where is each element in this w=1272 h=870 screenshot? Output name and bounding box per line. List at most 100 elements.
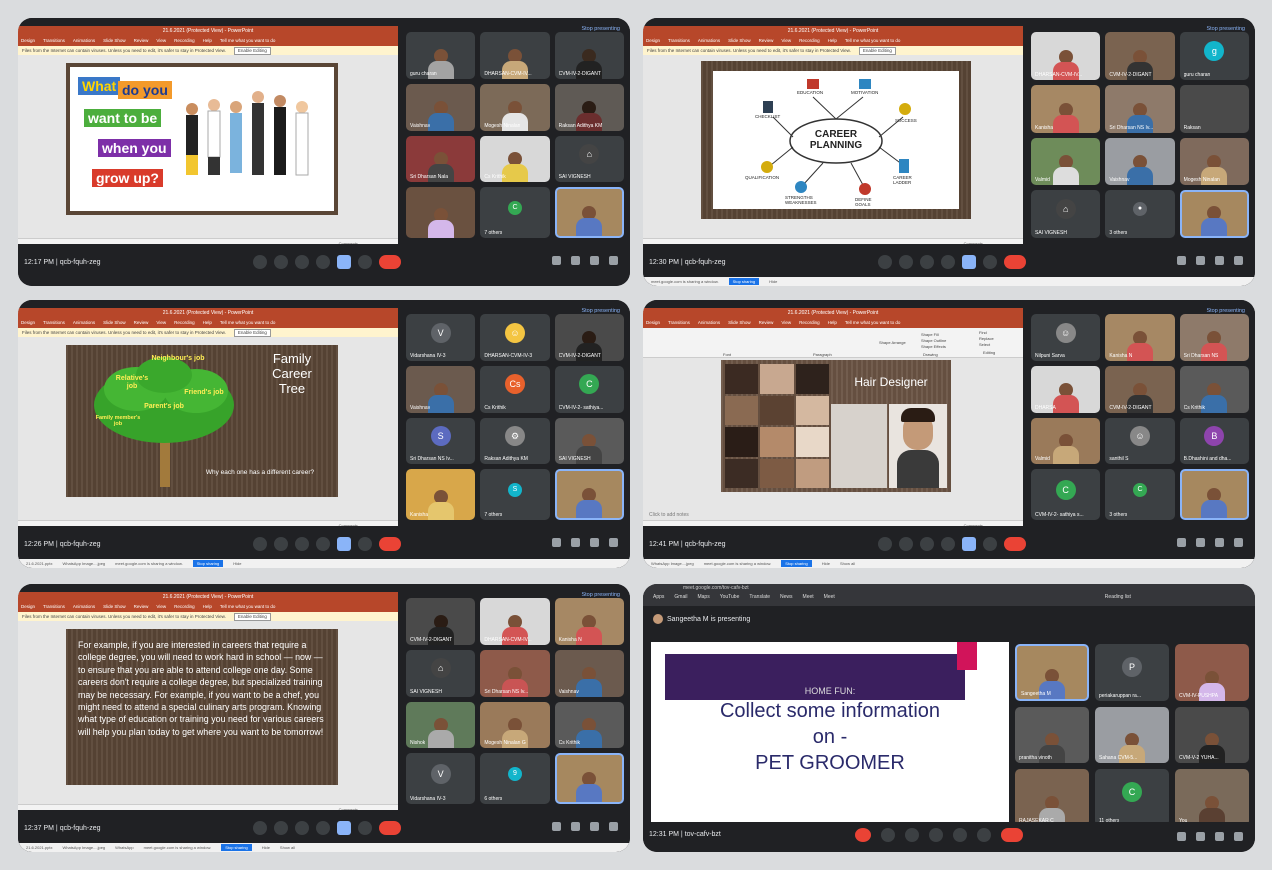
participant-tile[interactable]: Valmid (1031, 137, 1101, 186)
menu-help[interactable]: Help (828, 320, 837, 325)
participant-tile[interactable]: SAI VIGNESH (554, 417, 624, 465)
participant-tile[interactable]: Mogesh Ninalan (480, 83, 550, 131)
more-options-icon[interactable] (983, 537, 997, 551)
menu-design[interactable]: Design (646, 38, 660, 43)
self-tile[interactable] (554, 753, 624, 804)
menu-transitions[interactable]: Transitions (43, 604, 65, 609)
ribbon-select[interactable]: Select (979, 342, 990, 347)
more-options-icon[interactable] (983, 255, 997, 269)
menu-design[interactable]: Design (21, 320, 35, 325)
camera-icon[interactable] (899, 537, 913, 551)
tell-me[interactable]: Tell me what you want to do (845, 320, 901, 325)
participant-tile[interactable]: Cs Krithik (480, 135, 550, 183)
menu-review[interactable]: Review (759, 320, 774, 325)
menu-view[interactable]: View (781, 320, 791, 325)
menu-recording[interactable]: Recording (174, 38, 195, 43)
stop-sharing-button[interactable]: Stop sharing (728, 278, 760, 285)
info-icon[interactable] (1177, 256, 1186, 265)
show-all-link[interactable]: Show all (280, 845, 295, 850)
ribbon-replace[interactable]: Replace (979, 336, 994, 341)
end-call-button[interactable] (1001, 828, 1023, 842)
participant-tile[interactable]: Vaishnav (1105, 137, 1175, 186)
others-tile[interactable]: C3 others (1105, 469, 1175, 520)
end-call-button[interactable] (379, 255, 401, 269)
participant-tile[interactable]: Pperiakaruppan ra... (1095, 644, 1169, 701)
participant-tile[interactable]: V Vidarshana IV-3 (406, 314, 476, 361)
ribbon-find[interactable]: Find (979, 330, 987, 335)
participant-tile[interactable]: Sri Dharsan NS Iv... (480, 649, 550, 697)
chat-icon[interactable] (590, 822, 599, 831)
chat-icon[interactable] (1215, 256, 1224, 265)
menu-review[interactable]: Review (759, 38, 774, 43)
present-icon[interactable] (953, 828, 967, 842)
info-icon[interactable] (1177, 538, 1186, 547)
ribbon-shape-arrange[interactable]: Shape Arrange (879, 340, 906, 345)
self-tile[interactable] (1179, 190, 1249, 238)
camera-icon[interactable] (274, 537, 288, 551)
participant-tile[interactable]: Sri Dharsan NS (1179, 314, 1249, 361)
activities-icon[interactable] (1234, 832, 1243, 841)
bookmark-translate[interactable]: Translate (749, 594, 770, 600)
self-tile[interactable] (554, 187, 624, 238)
participant-tile[interactable]: Raksan (1179, 84, 1249, 133)
menu-animations[interactable]: Animations (698, 38, 720, 43)
menu-design[interactable]: Design (21, 38, 35, 43)
participant-tile[interactable]: C CVM-IV-2- sathiya s... (1031, 469, 1101, 520)
participant-tile[interactable]: Kanisha (1031, 84, 1101, 133)
end-call-button[interactable] (379, 821, 401, 835)
enable-editing-button[interactable]: Enable Editing (858, 47, 896, 55)
menu-slideshow[interactable]: Slide Show (728, 38, 751, 43)
participant-tile[interactable]: RAJASEKAR C (1015, 769, 1089, 826)
participant-tile[interactable]: CVM-IV-2-DIGANT (1105, 32, 1175, 80)
menu-review[interactable]: Review (134, 604, 149, 609)
participant-tile[interactable]: Mogesh Ninalan (1179, 137, 1249, 186)
present-icon[interactable] (337, 255, 351, 269)
tell-me[interactable]: Tell me what you want to do (220, 320, 276, 325)
camera-icon[interactable] (274, 255, 288, 269)
mic-off-icon[interactable] (855, 828, 871, 842)
participant-tile[interactable]: g guru charan (1179, 32, 1249, 80)
notes-placeholder[interactable]: Click to add notes (649, 512, 689, 518)
participant-tile[interactable]: ☺ santhil S (1105, 417, 1175, 465)
participant-tile[interactable]: CVM-IV-2-DIGANT (554, 314, 624, 361)
participant-tile[interactable]: Raksan Adithya KM (554, 83, 624, 131)
tell-me[interactable]: Tell me what you want to do (220, 38, 276, 43)
menu-help[interactable]: Help (203, 320, 212, 325)
raise-hand-icon[interactable] (316, 537, 330, 551)
participant-tile[interactable]: DHARSAN-CVM-IV... (480, 598, 550, 645)
more-options-icon[interactable] (977, 828, 991, 842)
participant-tile[interactable]: C CVM-IV-2- sathiya... (554, 365, 624, 413)
people-icon[interactable] (571, 256, 580, 265)
enable-editing-button[interactable]: Enable Editing (233, 329, 271, 337)
participant-tile[interactable]: ⌂ SAI VIGNESH (1031, 190, 1101, 238)
participant-tile[interactable]: pranitha vinoth (1015, 706, 1089, 764)
activities-icon[interactable] (1234, 256, 1243, 265)
self-tile[interactable] (1179, 469, 1249, 520)
participant-tile[interactable]: Nishok (406, 701, 476, 749)
raise-hand-icon[interactable] (941, 255, 955, 269)
participant-tile[interactable] (406, 187, 476, 238)
mic-icon[interactable] (878, 255, 892, 269)
menu-recording[interactable]: Recording (799, 320, 820, 325)
menu-review[interactable]: Review (134, 38, 149, 43)
download-item[interactable]: WhatsApp Image....jpeg (62, 845, 105, 850)
raise-hand-icon[interactable] (941, 537, 955, 551)
menu-slideshow[interactable]: Slide Show (103, 320, 126, 325)
participant-tile[interactable]: ⚙ Raksan Adithya KM (480, 417, 550, 465)
menu-recording[interactable]: Recording (174, 604, 195, 609)
participant-tile[interactable]: guru charan (406, 32, 476, 79)
participant-tile[interactable]: DHARSA (1031, 365, 1101, 413)
participant-tile[interactable]: Valmid (1031, 417, 1101, 465)
end-call-button[interactable] (379, 537, 401, 551)
hide-button[interactable]: Hide (233, 561, 241, 566)
others-tile[interactable]: ● 3 others (1105, 190, 1175, 238)
more-options-icon[interactable] (358, 821, 372, 835)
self-tile[interactable]: You (1175, 769, 1249, 826)
menu-transitions[interactable]: Transitions (668, 320, 690, 325)
participant-tile[interactable]: B B.Dhashini and dha... (1179, 417, 1249, 465)
activities-icon[interactable] (1234, 538, 1243, 547)
download-item[interactable]: WhatsApp (115, 845, 133, 850)
participant-tile[interactable]: Vaishnav (554, 649, 624, 697)
participant-tile[interactable]: Kanisha N (1105, 314, 1175, 361)
download-item[interactable]: 21.6.2021.pptx (26, 561, 52, 566)
